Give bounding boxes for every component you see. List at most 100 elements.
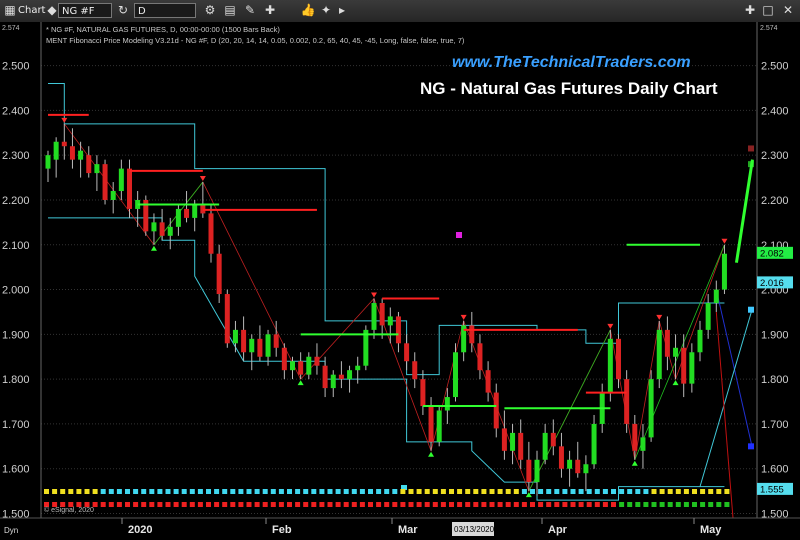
signal-dot-bottom: [619, 502, 625, 507]
signal-dot-top: [222, 489, 228, 494]
signal-dot-bottom: [141, 502, 147, 507]
signal-dot-top: [44, 489, 49, 494]
candle-down: [257, 338, 263, 357]
signal-dot-bottom: [651, 502, 657, 507]
candle-up: [53, 141, 59, 160]
candle-up: [640, 437, 646, 451]
maximize-icon[interactable]: □: [760, 3, 776, 18]
crosshair-icon[interactable]: ✚: [262, 3, 278, 18]
window-title: Chart: [18, 5, 46, 16]
signal-dot-bottom: [335, 502, 341, 507]
signal-dot-top: [586, 489, 592, 494]
y-tick-label-right: 2.500: [761, 61, 789, 73]
signal-dot-bottom: [149, 502, 155, 507]
candle-down: [493, 392, 499, 429]
signal-dot-top: [214, 489, 220, 494]
candle-up: [689, 352, 695, 384]
refresh-icon[interactable]: ↻: [115, 3, 131, 18]
signal-dot-bottom: [635, 502, 641, 507]
signal-dot-top: [173, 489, 179, 494]
signal-dot-top: [303, 489, 309, 494]
pin-icon[interactable]: ✚: [742, 3, 758, 18]
candle-down: [61, 141, 67, 147]
signal-dot-bottom: [683, 502, 689, 507]
signal-dot-bottom: [400, 502, 406, 507]
signal-dot-top: [60, 489, 66, 494]
settings-icon[interactable]: ⚙: [202, 3, 218, 18]
signal-dot-top: [343, 489, 349, 494]
candle-down: [632, 423, 638, 451]
candle-up: [591, 423, 597, 465]
candle-up: [355, 365, 361, 371]
signal-dot-top: [76, 489, 82, 494]
signal-dot-top: [230, 489, 236, 494]
signal-dot-top: [619, 489, 625, 494]
candle-up: [94, 164, 100, 174]
signal-dot-bottom: [246, 502, 252, 507]
close-icon[interactable]: ✕: [780, 3, 796, 18]
candle-up: [534, 459, 540, 483]
signal-dot-top: [108, 489, 114, 494]
signal-dot-top: [578, 489, 584, 494]
signal-dot-top: [643, 489, 649, 494]
signal-dot-bottom: [125, 502, 130, 507]
candle-up: [371, 302, 377, 330]
chart-window-icon[interactable]: ▦: [2, 3, 18, 18]
symbol-input[interactable]: NG #F: [58, 3, 112, 18]
signal-dot-top: [457, 489, 463, 494]
y-tick-label-left: 2.400: [2, 105, 30, 117]
signal-dot-bottom: [392, 502, 398, 507]
signal-dot-top: [189, 489, 195, 494]
candle-down: [681, 347, 687, 384]
signal-dot-bottom: [708, 502, 714, 507]
share-icon[interactable]: ▸: [334, 3, 350, 18]
candle-up: [151, 222, 157, 232]
signal-dot-bottom: [700, 502, 706, 507]
signal-dot-bottom: [368, 502, 373, 507]
signal-dot-bottom: [100, 502, 106, 507]
price-tag-label: 2.082: [760, 248, 784, 259]
y-tick-label-right: 1.600: [761, 464, 789, 476]
candle-up: [713, 289, 719, 303]
signal-dot-top: [392, 489, 398, 494]
signal-dot-bottom: [489, 502, 495, 507]
signal-dot-top: [692, 489, 697, 494]
signal-dot-top: [100, 489, 106, 494]
candle-up: [648, 379, 654, 438]
signal-dot-top: [627, 489, 633, 494]
signal-dot-bottom: [602, 502, 608, 507]
candle-down: [412, 361, 418, 380]
signal-dot-top: [149, 489, 155, 494]
signal-dot-top: [327, 489, 333, 494]
y-tick-label-right: 2.200: [761, 195, 789, 207]
interval-select[interactable]: D: [134, 3, 196, 18]
price-chart[interactable]: 2.574 2.574 * NG #F, NATURAL GAS FUTURES…: [0, 22, 800, 540]
twitter-icon[interactable]: ✦: [318, 3, 334, 18]
signal-dot-bottom: [408, 502, 414, 507]
signal-dot-bottom: [108, 502, 114, 507]
signal-dot-top: [521, 489, 527, 494]
signal-dot-bottom: [611, 502, 616, 507]
signal-dot-bottom: [521, 502, 527, 507]
thumbs-up-icon[interactable]: 👍: [300, 3, 316, 18]
signal-dot-bottom: [643, 502, 649, 507]
signal-dot-bottom: [667, 502, 673, 507]
y-tick-label-right: 2.300: [761, 150, 789, 162]
candle-down: [208, 213, 214, 254]
candle-down: [477, 343, 483, 371]
y-tick-label-left: 1.800: [2, 374, 30, 386]
footer-dyn[interactable]: Dyn: [4, 526, 18, 535]
signal-dot-bottom: [214, 502, 220, 507]
candle-down: [273, 334, 279, 348]
candle-up: [387, 316, 393, 326]
signal-dot-bottom: [287, 502, 292, 507]
candle-up: [673, 347, 679, 357]
candle-down: [526, 459, 532, 483]
signal-dot-top: [489, 489, 495, 494]
layout-icon[interactable]: ▤: [222, 3, 238, 18]
signal-dot-bottom: [497, 502, 503, 507]
signal-dot-bottom: [116, 502, 122, 507]
chart-toolbar: ▦ Chart ◆ NG #F ↻ D ⚙ ▤ ✎ ✚ 👍 ✦ ▸ ✚ □ ✕: [0, 0, 800, 23]
y-tick-label-left: 1.600: [2, 464, 30, 476]
draw-icon[interactable]: ✎: [242, 3, 258, 18]
